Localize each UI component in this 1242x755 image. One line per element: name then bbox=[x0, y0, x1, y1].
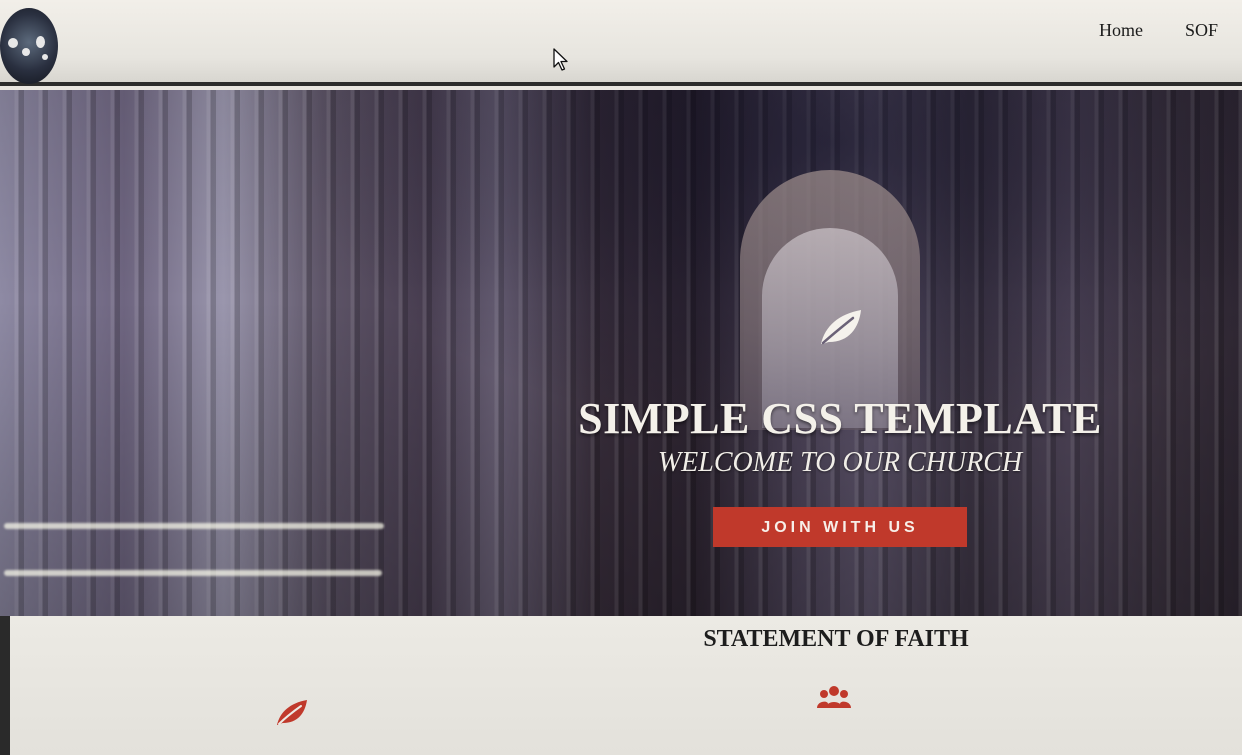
screen-bezel bbox=[0, 616, 10, 755]
screen-glare bbox=[4, 570, 382, 576]
logo[interactable] bbox=[0, 8, 58, 84]
leaf-icon bbox=[821, 310, 861, 345]
users-icon bbox=[817, 686, 851, 708]
mouse-cursor-icon bbox=[553, 48, 568, 71]
navbar: Home SOF bbox=[0, 0, 1242, 86]
hero-content: SIMPLE CSS TEMPLATE WELCOME TO OUR CHURC… bbox=[540, 308, 1140, 547]
nav-link-sof[interactable]: SOF bbox=[1185, 20, 1218, 41]
hero-banner: SIMPLE CSS TEMPLATE WELCOME TO OUR CHURC… bbox=[0, 90, 1242, 616]
section-title: STATEMENT OF FAITH bbox=[703, 626, 969, 652]
nav-link-home[interactable]: Home bbox=[1099, 20, 1143, 41]
leaf-icon bbox=[277, 700, 307, 725]
hero-title: SIMPLE CSS TEMPLATE bbox=[578, 394, 1102, 443]
screen-glare bbox=[4, 523, 384, 529]
join-with-us-button[interactable]: JOIN WITH US bbox=[713, 507, 967, 547]
browser-viewport: Home SOF SIMPLE CSS TEMPLATE WELCOME TO … bbox=[0, 0, 1242, 755]
nav-links: Home SOF bbox=[1099, 20, 1218, 41]
statement-of-faith-section: STATEMENT OF FAITH bbox=[0, 616, 1242, 755]
hero-subtitle: WELCOME TO OUR CHURCH bbox=[657, 447, 1023, 478]
